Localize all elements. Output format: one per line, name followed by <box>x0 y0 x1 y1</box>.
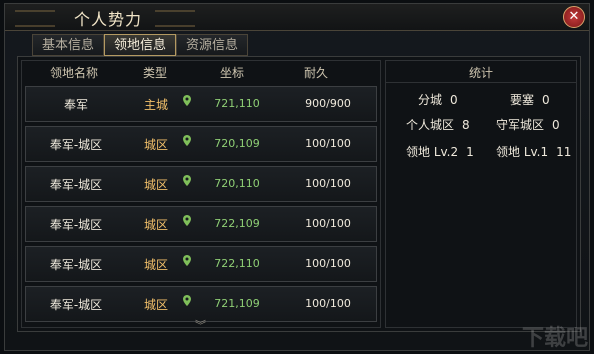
row-name: 奉军 <box>63 98 88 112</box>
row-type: 城区 <box>143 138 168 152</box>
row-durability: 100/100 <box>305 257 351 270</box>
row-durability: 100/100 <box>305 137 351 150</box>
table-row[interactable]: 奉军-城区 城区 722,110 100/100 <box>25 246 377 282</box>
row-type: 城区 <box>143 258 168 272</box>
table-row[interactable]: 奉军-城区 城区 720,110 100/100 <box>25 166 377 202</box>
row-type: 城区 <box>143 218 168 232</box>
title-ornament-left <box>15 10 55 27</box>
row-name: 奉军-城区 <box>49 258 103 272</box>
row-type: 城区 <box>143 298 168 312</box>
location-pin-icon[interactable] <box>183 255 193 269</box>
content-panel: 领地名称 类型 坐标 耐久 奉军 主城 721,110 900/900 奉军-城… <box>17 56 581 332</box>
row-coord[interactable]: 721,110 <box>202 97 272 110</box>
stat-personal-district: 个人城区 8 <box>406 116 470 133</box>
row-coord[interactable]: 721,109 <box>202 297 272 310</box>
stat-value: 11 <box>556 145 572 159</box>
row-name: 奉军-城区 <box>49 218 103 232</box>
row-type: 主城 <box>143 98 168 112</box>
stat-label: 守军城区 <box>496 118 545 132</box>
stat-value: 0 <box>552 118 560 132</box>
header-coord: 坐标 <box>220 66 245 80</box>
row-name: 奉军-城区 <box>49 138 103 152</box>
stats-title: 统计 <box>386 64 576 83</box>
table-row[interactable]: 奉军-城区 城区 720,109 100/100 <box>25 126 377 162</box>
stat-label: 要塞 <box>510 93 535 107</box>
territory-window: 个人势力 ✕ 基本信息 领地信息 资源信息 领地名称 类型 坐标 耐久 奉军 主… <box>4 3 590 351</box>
window-title: 个人势力 <box>73 10 142 29</box>
row-durability: 100/100 <box>305 177 351 190</box>
stat-garrison-district: 守军城区 0 <box>496 116 560 133</box>
stat-value: 0 <box>450 93 458 107</box>
stat-label: 领地 Lv.1 <box>496 145 549 159</box>
tab-territory-info[interactable]: 领地信息 <box>104 34 176 56</box>
location-pin-icon[interactable] <box>183 295 193 309</box>
row-durability: 900/900 <box>305 97 351 110</box>
stat-branch-city: 分城 0 <box>418 91 458 108</box>
location-pin-icon[interactable] <box>183 215 193 229</box>
tab-resource-info[interactable]: 资源信息 <box>176 34 248 56</box>
row-coord[interactable]: 720,109 <box>202 137 272 150</box>
stat-territory-lv2: 领地 Lv.2 1 <box>406 143 474 160</box>
table-row[interactable]: 奉军-城区 城区 722,109 100/100 <box>25 206 377 242</box>
stat-value: 1 <box>466 145 474 159</box>
stat-label: 个人城区 <box>406 118 455 132</box>
stats-panel: 统计 分城 0 要塞 0 个人城区 8 守军城区 0 领地 Lv.2 1 领地 Lv.1 1… <box>385 60 577 328</box>
stat-value: 0 <box>542 93 550 107</box>
row-durability: 100/100 <box>305 297 351 310</box>
territory-list: 领地名称 类型 坐标 耐久 奉军 主城 721,110 900/900 奉军-城… <box>21 60 381 332</box>
location-pin-icon[interactable] <box>183 135 193 149</box>
row-name: 奉军-城区 <box>49 178 103 192</box>
tab-basic-info[interactable]: 基本信息 <box>32 34 104 56</box>
stat-label: 领地 Lv.2 <box>406 145 459 159</box>
stat-value: 8 <box>462 118 470 132</box>
row-name: 奉军-城区 <box>49 298 103 312</box>
row-coord[interactable]: 722,110 <box>202 257 272 270</box>
stat-fortress: 要塞 0 <box>510 91 550 108</box>
header-durability: 耐久 <box>304 66 329 80</box>
location-pin-icon[interactable] <box>183 175 193 189</box>
row-type: 城区 <box>143 178 168 192</box>
location-pin-icon[interactable] <box>183 95 193 109</box>
table-row[interactable]: 奉军 主城 721,110 900/900 <box>25 86 377 122</box>
stat-label: 分城 <box>418 93 443 107</box>
row-coord[interactable]: 720,110 <box>202 177 272 190</box>
watermark: 下载吧 <box>521 326 588 351</box>
row-durability: 100/100 <box>305 217 351 230</box>
title-ornament-right <box>155 10 195 27</box>
stat-territory-lv1: 领地 Lv.1 11 <box>496 143 571 160</box>
header-name: 领地名称 <box>50 66 99 80</box>
header-type: 类型 <box>143 66 168 80</box>
title-bar: 个人势力 ✕ <box>5 4 589 31</box>
scroll-down-icon[interactable]: ︾ <box>195 317 206 333</box>
close-button[interactable]: ✕ <box>563 6 585 28</box>
row-coord[interactable]: 722,109 <box>202 217 272 230</box>
